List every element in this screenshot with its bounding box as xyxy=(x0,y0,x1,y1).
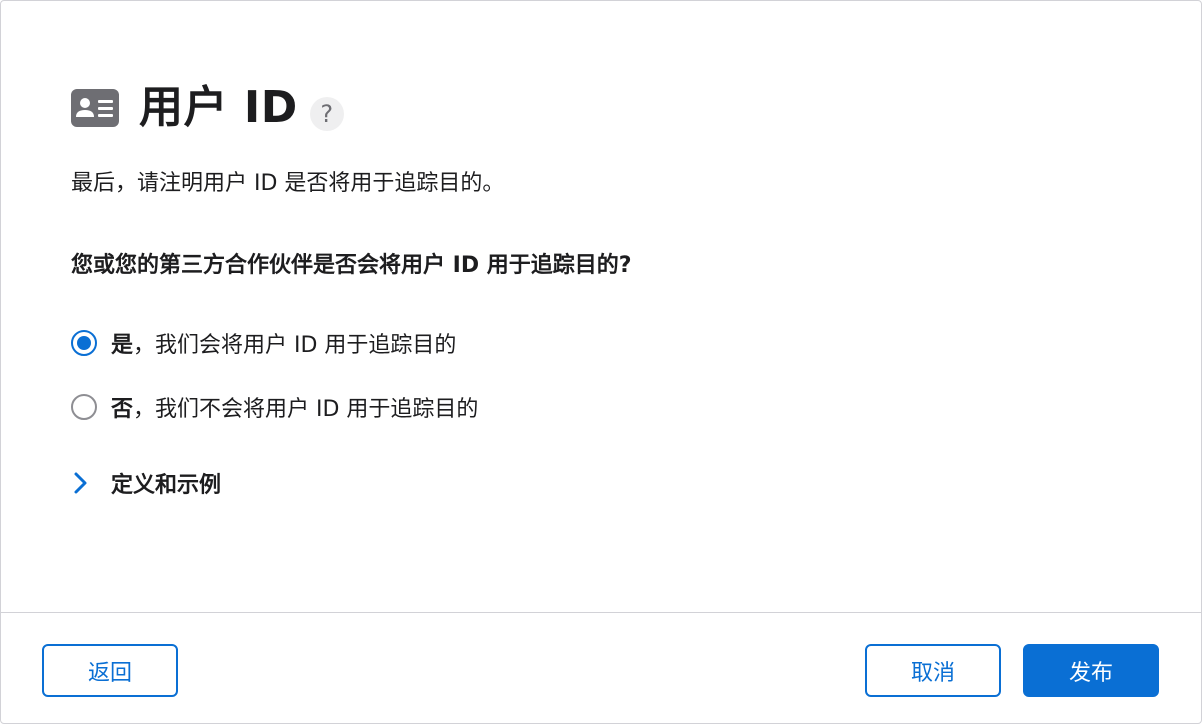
chevron-right-icon xyxy=(74,472,87,494)
publish-button[interactable]: 发布 xyxy=(1023,644,1159,697)
help-button[interactable]: ? xyxy=(309,97,344,131)
question-text: 您或您的第三方合作伙伴是否会将用户 ID 用于追踪目的? xyxy=(71,253,632,278)
option-no-strong: 否 xyxy=(111,397,134,422)
option-yes-strong: 是 xyxy=(111,333,134,358)
cancel-button[interactable]: 取消 xyxy=(865,644,1001,697)
option-yes-label: 是，我们会将用户 ID 用于追踪目的 xyxy=(111,327,456,359)
option-no[interactable]: 否，我们不会将用户 ID 用于追踪目的 xyxy=(71,391,478,423)
dialog-header: 用户 ID ? xyxy=(71,83,344,133)
page-title: 用户 ID xyxy=(139,82,298,133)
dialog: 用户 ID ? 最后，请注明用户 ID 是否将用于追踪目的。 您或您的第三方合作… xyxy=(0,0,1202,724)
disclosure-label: 定义和示例 xyxy=(111,473,222,498)
option-no-label: 否，我们不会将用户 ID 用于追踪目的 xyxy=(111,391,478,423)
id-card-icon xyxy=(71,89,119,127)
option-no-rest: ，我们不会将用户 ID 用于追踪目的 xyxy=(133,397,479,422)
definitions-disclosure[interactable]: 定义和示例 xyxy=(71,467,221,499)
option-yes-rest: ，我们会将用户 ID 用于追踪目的 xyxy=(133,333,457,358)
footer-divider xyxy=(1,612,1201,613)
option-yes[interactable]: 是，我们会将用户 ID 用于追踪目的 xyxy=(71,327,456,359)
back-button[interactable]: 返回 xyxy=(42,644,178,697)
radio-no[interactable] xyxy=(71,394,97,420)
radio-yes[interactable] xyxy=(71,330,97,356)
intro-text: 最后，请注明用户 ID 是否将用于追踪目的。 xyxy=(71,171,505,196)
